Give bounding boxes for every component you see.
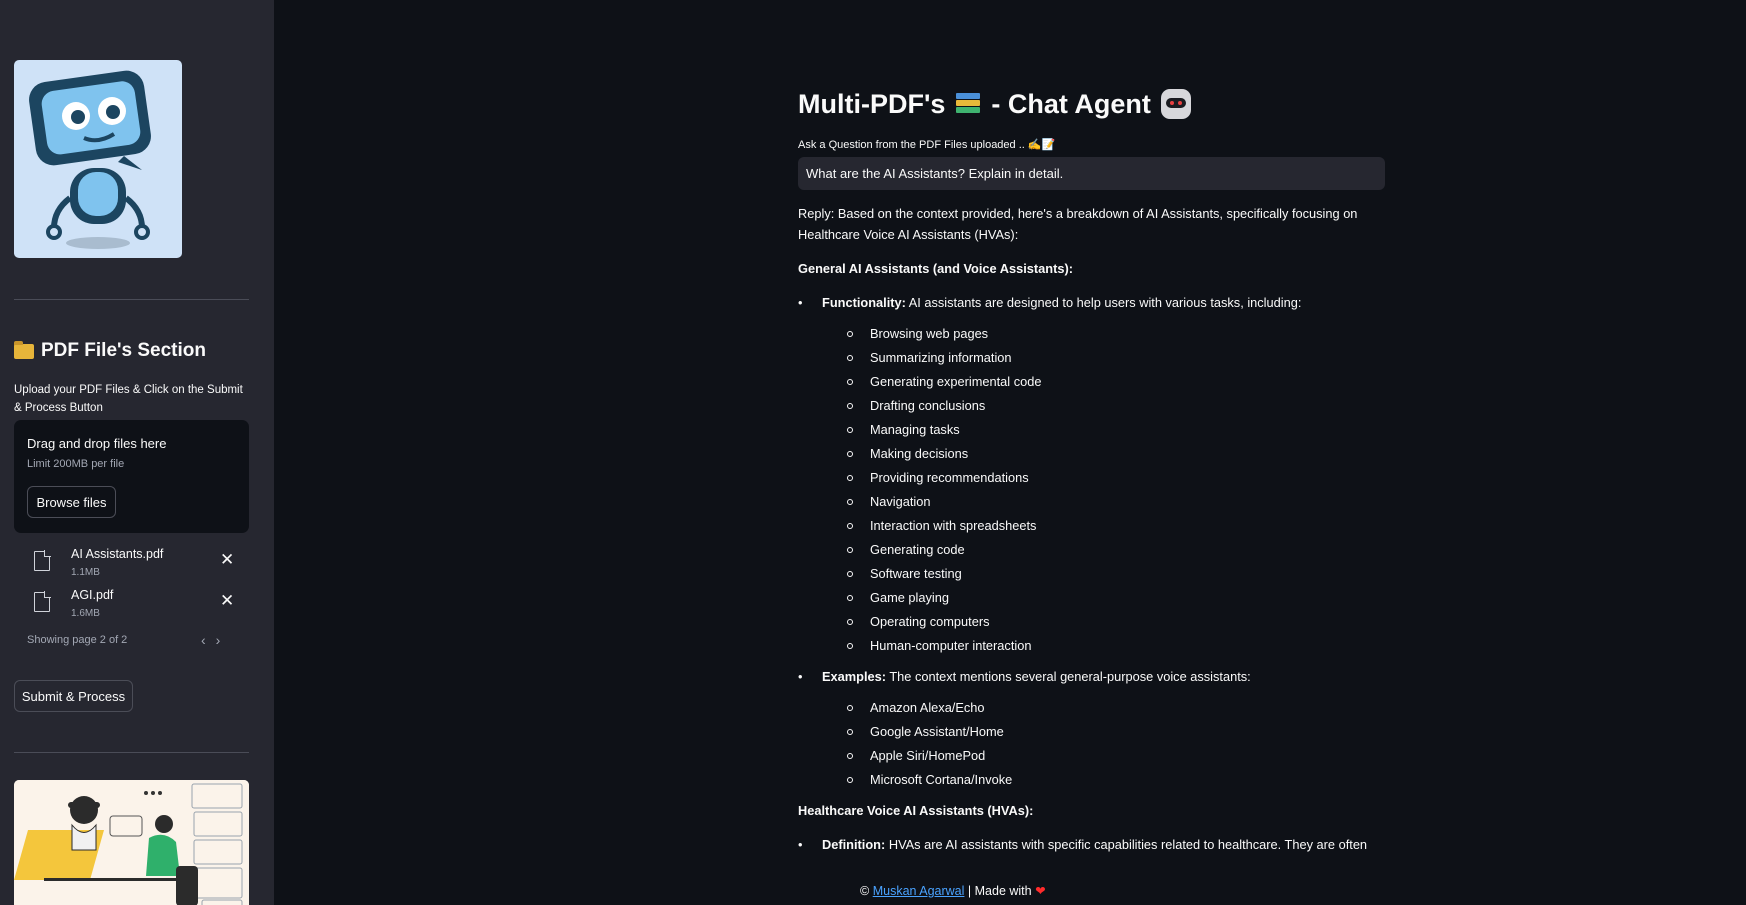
list-item: Microsoft Cortana/Invoke: [846, 769, 1385, 790]
browse-files-button[interactable]: Browse files: [27, 486, 116, 518]
list-item: Drafting conclusions: [846, 395, 1385, 416]
remove-file-close-icon[interactable]: ✕: [220, 551, 234, 568]
robot-icon: [1160, 89, 1191, 119]
chat-content: Multi-PDF's - Chat Agent Ask a Question …: [798, 84, 1398, 865]
functionality-list: Browsing web pages Summarizing informati…: [822, 323, 1385, 656]
dropzone-title: Drag and drop files here: [27, 436, 167, 451]
list-item: Generating experimental code: [846, 371, 1385, 392]
sidebar: PDF File's Section Upload your PDF Files…: [0, 0, 274, 905]
pager-arrows: ‹›: [201, 632, 230, 648]
pdf-section-title: PDF File's Section: [14, 340, 206, 362]
general-heading: General AI Assistants (and Voice Assista…: [798, 261, 1073, 276]
dropzone-limit: Limit 200MB per file: [27, 458, 125, 470]
list-item: Making decisions: [846, 443, 1385, 464]
list-item: Managing tasks: [846, 419, 1385, 440]
question-label: Ask a Question from the PDF Files upload…: [798, 139, 1056, 151]
pager-text: Showing page 2 of 2: [27, 634, 128, 646]
list-item: Interaction with spreadsheets: [846, 515, 1385, 536]
list-item: Browsing web pages: [846, 323, 1385, 344]
hva-list: Definition: HVAs are AI assistants with …: [798, 834, 1385, 855]
general-list: Functionality: AI assistants are designe…: [798, 292, 1385, 790]
chevron-right-icon[interactable]: ›: [216, 632, 231, 648]
pdf-section-title-text: PDF File's Section: [41, 340, 206, 361]
reply-body: Reply: Based on the context provided, he…: [798, 203, 1385, 855]
chevron-left-icon[interactable]: ‹: [201, 632, 216, 648]
file-name: AGI.pdf: [71, 588, 114, 602]
list-item: Operating computers: [846, 611, 1385, 632]
file-name: AI Assistants.pdf: [71, 547, 164, 561]
app-root: PDF File's Section Upload your PDF Files…: [0, 0, 1746, 905]
made-with-text: | Made with: [967, 884, 1032, 898]
functionality-text: AI assistants are designed to help users…: [905, 295, 1302, 310]
examples-text: The context mentions several general-pur…: [886, 669, 1251, 684]
question-input[interactable]: [798, 157, 1385, 190]
reply-intro: Reply: Based on the context provided, he…: [798, 206, 1358, 242]
list-item: Software testing: [846, 563, 1385, 584]
heart-icon: ❤: [1035, 884, 1046, 898]
definition-text: HVAs are AI assistants with specific cap…: [885, 837, 1368, 852]
list-item: Human-computer interaction: [846, 635, 1385, 656]
list-item: Amazon Alexa/Echo: [846, 697, 1385, 718]
file-size: 1.1MB: [71, 567, 100, 578]
list-item: Definition: HVAs are AI assistants with …: [798, 834, 1385, 855]
remove-file-close-icon[interactable]: ✕: [220, 592, 234, 609]
list-item: Examples: The context mentions several g…: [798, 666, 1385, 790]
uploaded-file-row: AI Assistants.pdf 1.1MB ✕: [14, 545, 249, 585]
file-icon: [34, 591, 51, 612]
list-item: Generating code: [846, 539, 1385, 560]
page-title-suffix: - Chat Agent: [991, 88, 1151, 119]
submit-process-button[interactable]: Submit & Process: [14, 680, 133, 712]
list-item: Apple Siri/HomePod: [846, 745, 1385, 766]
examples-label: Examples:: [822, 669, 887, 684]
page-title: Multi-PDF's - Chat Agent: [798, 84, 1398, 124]
copyright-symbol: ©: [860, 884, 870, 898]
page-title-prefix: Multi-PDF's: [798, 88, 946, 119]
file-size: 1.6MB: [71, 608, 100, 619]
file-icon: [34, 550, 51, 571]
examples-list: Amazon Alexa/Echo Google Assistant/Home …: [822, 697, 1385, 790]
file-dropzone[interactable]: Drag and drop files here Limit 200MB per…: [14, 420, 249, 533]
list-item: Navigation: [846, 491, 1385, 512]
list-item: Game playing: [846, 587, 1385, 608]
agent-illustration-image: [14, 780, 249, 905]
functionality-label: Functionality:: [822, 295, 906, 310]
hva-heading: Healthcare Voice AI Assistants (HVAs):: [798, 803, 1034, 818]
file-pager: Showing page 2 of 2 ‹›: [27, 632, 249, 648]
footer: © Muskan Agarwal | Made with ❤: [860, 883, 1046, 898]
list-item: Providing recommendations: [846, 467, 1385, 488]
list-item: Google Assistant/Home: [846, 721, 1385, 742]
robot-logo-image: [14, 60, 182, 258]
list-item: Functionality: AI assistants are designe…: [798, 292, 1385, 656]
author-link[interactable]: Muskan Agarwal: [873, 884, 965, 898]
sidebar-divider: [14, 752, 249, 753]
folder-icon: [14, 340, 34, 359]
books-icon: [955, 91, 981, 117]
upload-help-text: Upload your PDF Files & Click on the Sub…: [14, 384, 243, 414]
main-panel: Multi-PDF's - Chat Agent Ask a Question …: [274, 0, 1746, 905]
definition-label: Definition:: [822, 837, 886, 852]
sidebar-divider: [14, 299, 249, 300]
list-item: Summarizing information: [846, 347, 1385, 368]
uploaded-file-row: AGI.pdf 1.6MB ✕: [14, 586, 249, 626]
